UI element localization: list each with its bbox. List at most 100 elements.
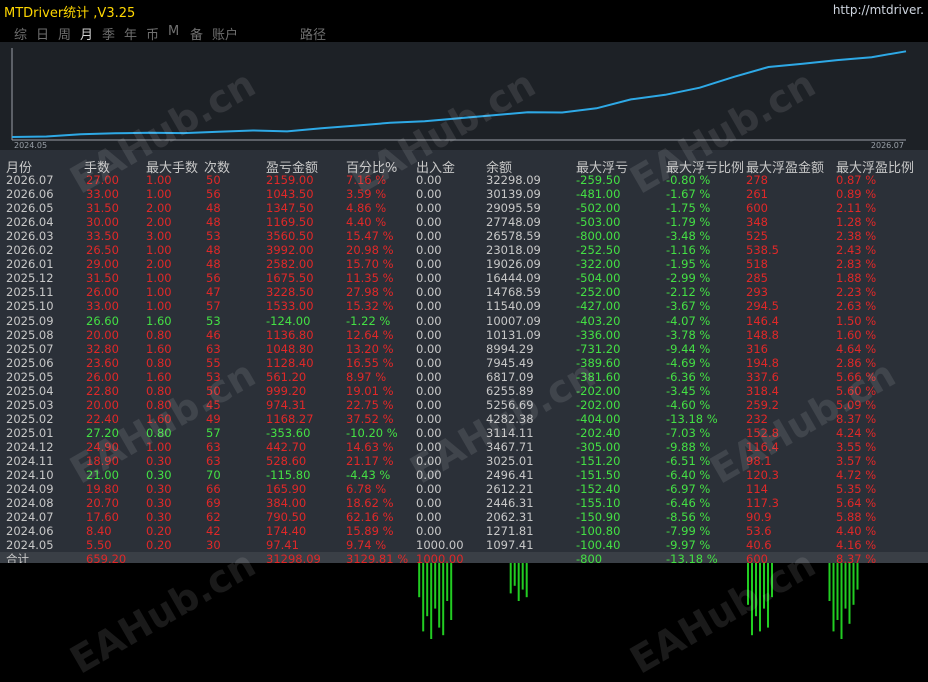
table-row[interactable]: 2025.05 26.00 1.60 53 561.20 8.97 % 0.00 6817.0…	[0, 370, 928, 384]
table-row[interactable]: 2025.01 27.20 0.80 57 -353.60 -10.20 % 0.00 311…	[0, 426, 928, 440]
table-cell: 47	[206, 285, 221, 300]
tab-10[interactable]: 路径	[300, 24, 326, 43]
table-row[interactable]: 2026.03 33.50 3.00 53 3560.50 15.47 % 0.00 2657…	[0, 229, 928, 243]
table-row[interactable]: 2025.07 32.80 1.60 63 1048.80 13.20 % 0.00 8994…	[0, 342, 928, 356]
table-cell: 90.9	[746, 510, 772, 525]
table-row[interactable]: 2026.01 29.00 2.00 48 2582.00 15.70 % 0.00 1902…	[0, 257, 928, 271]
table-cell: 20.70	[86, 496, 119, 511]
table-cell: 2612.21	[486, 482, 534, 497]
histogram-bar	[771, 563, 773, 598]
table-cell: -7.99 %	[666, 524, 711, 539]
table-cell: -259.50	[576, 173, 621, 187]
table-row[interactable]: 2024.08 20.70 0.30 69 384.00 18.62 % 0.00 2446.…	[0, 496, 928, 510]
table-cell: 33.00	[86, 187, 119, 202]
table-cell: 528.60	[266, 454, 307, 468]
tab-1[interactable]: 日	[36, 24, 49, 43]
table-row[interactable]: 2025.09 26.60 1.60 53 -124.00 -1.22 % 0.00 1000…	[0, 314, 928, 328]
histogram-bar	[509, 563, 512, 594]
table-row[interactable]: 2024.12 24.90 1.00 63 442.70 14.63 % 0.00 3467.…	[0, 440, 928, 454]
table-cell: 29.00	[86, 257, 119, 272]
table-row[interactable]: 2025.08 20.00 0.80 46 1136.80 12.64 % 0.00 1013…	[0, 328, 928, 342]
table-row[interactable]: 2024.11 18.90 0.30 63 528.60 21.17 % 0.00 3025.…	[0, 454, 928, 468]
table-row[interactable]: 2025.04 22.80 0.80 50 999.20 19.01 % 0.00 6255.…	[0, 384, 928, 398]
table-cell: -481.00	[576, 187, 621, 202]
table-cell: 1048.80	[266, 341, 314, 356]
table-row[interactable]: 2024.05 5.50 0.20 30 97.41 9.74 % 1000.00 1097.…	[0, 538, 928, 552]
table-cell: 116.4	[746, 439, 779, 454]
table-cell: 10007.09	[486, 313, 541, 328]
table-cell: 30139.09	[486, 187, 541, 202]
table-cell: 3114.11	[486, 425, 534, 440]
table-cell: 21.00	[86, 468, 119, 483]
histogram-bar	[426, 563, 429, 617]
tab-7[interactable]: M	[168, 24, 179, 39]
table-row[interactable]: 2025.11 26.00 1.00 47 3228.50 27.98 % 0.00 1476…	[0, 285, 928, 299]
monthly-stats-table: 月份 手数 最大手数 次数 盈亏金额 百分比% 出入金 余额 最大浮亏 最大浮亏比例 最大浮盈金额最…	[0, 150, 928, 563]
tab-6[interactable]: 币	[146, 24, 159, 43]
table-row[interactable]: 2025.10 33.00 1.00 57 1533.00 15.32 % 0.00 1154…	[0, 299, 928, 313]
table-cell: -6.97 %	[666, 482, 711, 497]
table-cell: 518	[746, 257, 768, 272]
table-cell: 7.16 %	[346, 173, 387, 187]
table-cell: -7.03 %	[666, 425, 711, 440]
table-row[interactable]: 2024.10 21.00 0.30 70 -115.80 -4.43 % 0.00 2496…	[0, 468, 928, 482]
table-row[interactable]: 2026.05 31.50 2.00 48 1347.50 4.86 % 0.00 29095…	[0, 201, 928, 215]
table-cell: 1.00	[146, 187, 172, 202]
table-cell: 22.75 %	[346, 397, 394, 412]
table-cell: 18.90	[86, 454, 119, 468]
table-row[interactable]: 2025.02 22.40 1.60 49 1168.27 37.52 % 0.00 4282…	[0, 412, 928, 426]
table-row[interactable]: 2026.04 30.00 2.00 48 1169.50 4.40 % 0.00 27748…	[0, 215, 928, 229]
table-cell: 294.5	[746, 299, 779, 314]
table-cell: 2024.07	[6, 510, 54, 525]
table-row[interactable]: 2024.06 8.40 0.20 42 174.40 15.89 % 0.00 1271.8…	[0, 524, 928, 538]
table-cell: 4.64 %	[836, 341, 877, 356]
tab-9[interactable]: 账户	[212, 24, 238, 43]
table-cell: 16.55 %	[346, 355, 394, 370]
table-row[interactable]: 2025.06 23.60 0.80 55 1128.40 16.55 % 0.00 7945…	[0, 356, 928, 370]
table-row[interactable]: 2026.06 33.00 1.00 56 1043.50 3.59 % 0.00 30139…	[0, 187, 928, 201]
table-cell: -504.00	[576, 271, 621, 286]
table-row[interactable]: 2025.12 31.50 1.00 56 1675.50 11.35 % 0.00 1644…	[0, 271, 928, 285]
table-cell: -13.18 %	[666, 411, 718, 426]
table-cell: -3.78 %	[666, 327, 711, 342]
tab-8[interactable]: 备	[190, 24, 203, 43]
histogram-bar	[430, 563, 433, 639]
tab-0[interactable]: 综	[14, 24, 27, 43]
table-cell: 0.89 %	[836, 187, 877, 202]
table-cell: 600	[746, 201, 768, 216]
table-cell: 2.38 %	[836, 229, 877, 244]
table-row[interactable]: 2026.07 27.00 1.00 50 2159.00 7.16 % 0.00 32298…	[0, 173, 928, 187]
tab-5[interactable]: 年	[124, 24, 137, 43]
table-row[interactable]: 2024.09 19.80 0.30 66 165.90 6.78 % 0.00 2612.2…	[0, 482, 928, 496]
table-cell: -1.16 %	[666, 243, 711, 258]
table-cell: 2024.10	[6, 468, 54, 483]
table-cell: 19.01 %	[346, 383, 394, 398]
table-cell: 7945.49	[486, 355, 534, 370]
table-cell: 0.00	[416, 468, 442, 483]
table-cell: 48	[206, 201, 221, 216]
histogram-bar	[828, 563, 831, 601]
table-cell: 42	[206, 524, 221, 539]
table-cell: -202.00	[576, 383, 621, 398]
table-cell: 32.80	[86, 341, 119, 356]
table-cell: -150.90	[576, 510, 621, 525]
histogram-bar	[832, 563, 835, 632]
table-row[interactable]: 2026.02 26.50 1.00 48 3992.00 20.98 % 0.00 2301…	[0, 243, 928, 257]
table-cell: 62	[206, 510, 221, 525]
table-cell: 114	[746, 482, 768, 497]
table-cell: 18.62 %	[346, 496, 394, 511]
tab-2[interactable]: 周	[58, 24, 71, 43]
table-cell: 8994.29	[486, 341, 534, 356]
table-cell: -9.44 %	[666, 341, 711, 356]
app-url[interactable]: http://mtdriver.	[833, 3, 924, 17]
table-cell: -4.60 %	[666, 397, 711, 412]
tab-4[interactable]: 季	[102, 24, 115, 43]
bottom-histogram	[0, 563, 928, 639]
table-cell: 0.00	[416, 243, 442, 258]
table-cell: 1.60	[146, 369, 172, 384]
table-row[interactable]: 2024.07 17.60 0.30 62 790.50 62.16 % 0.00 2062.…	[0, 510, 928, 524]
table-cell: 15.32 %	[346, 299, 394, 314]
table-row[interactable]: 2025.03 20.00 0.80 45 974.31 22.75 % 0.00 5256.…	[0, 398, 928, 412]
tab-3[interactable]: 月	[80, 24, 93, 43]
histogram-bar	[422, 563, 425, 632]
